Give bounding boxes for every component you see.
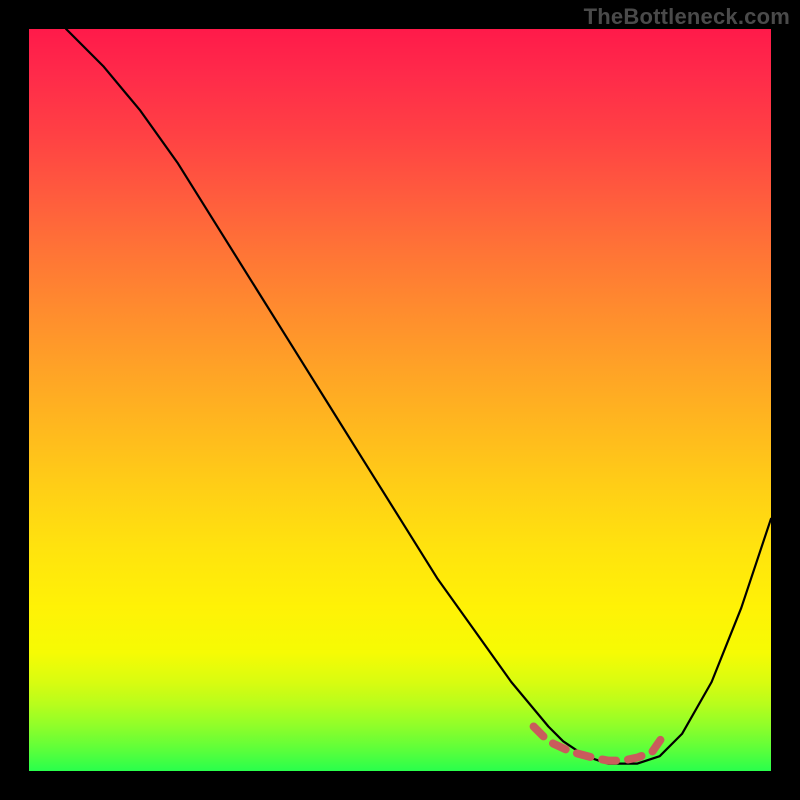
plot-area <box>29 29 771 771</box>
curve-layer <box>29 29 771 771</box>
watermark-text: TheBottleneck.com <box>584 4 790 30</box>
bottleneck-curve <box>66 29 771 764</box>
chart-frame: TheBottleneck.com <box>0 0 800 800</box>
